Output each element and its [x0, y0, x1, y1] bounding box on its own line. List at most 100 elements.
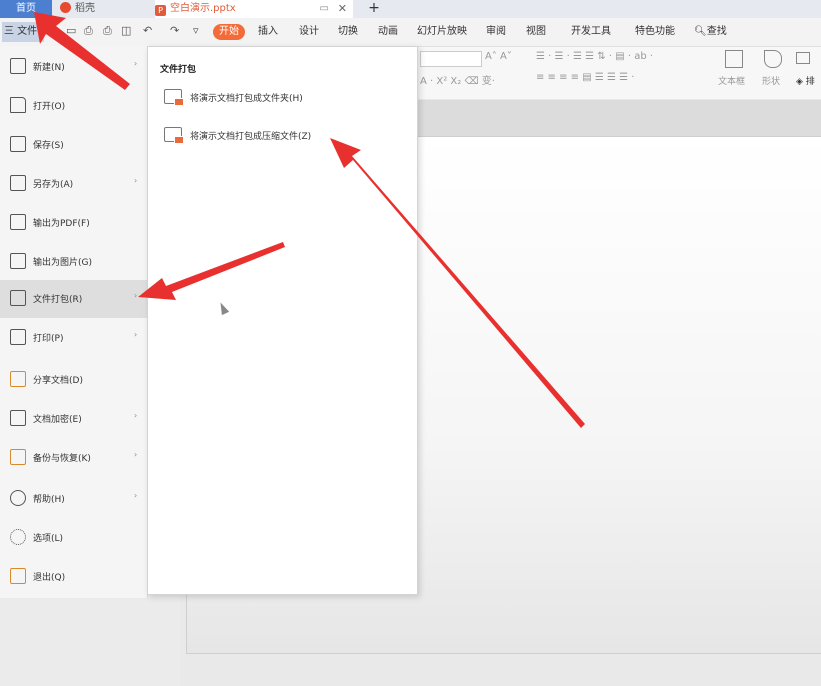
menu-item-export-pdf[interactable]: 输出为PDF(F): [0, 204, 147, 242]
undo-icon[interactable]: ↶: [143, 24, 152, 37]
presentation-file-icon: P: [155, 5, 166, 16]
preview-icon[interactable]: ◫: [121, 24, 131, 37]
file-menu-button[interactable]: 三 文件: [2, 22, 44, 42]
pdf-export-icon: [10, 214, 26, 230]
tab-slideshow[interactable]: 幻灯片放映: [417, 24, 467, 40]
pin-icon[interactable]: ▭: [320, 0, 329, 18]
package-to-zip-item[interactable]: 将演示文档打包成压缩文件(Z): [164, 125, 404, 147]
tab-animation[interactable]: 动画: [378, 24, 398, 40]
align-format-icons[interactable]: ≡ ≡ ≡ ≡ ▤ ☰ ☰ ☰ ·: [536, 72, 634, 83]
menu-item-exit[interactable]: 退出(Q): [0, 558, 147, 596]
arrange-button[interactable]: ◈ 排: [796, 74, 815, 87]
package-icon: [10, 290, 26, 306]
package-to-folder-item[interactable]: 将演示文档打包成文件夹(H): [164, 87, 404, 109]
image-icon[interactable]: [796, 52, 810, 64]
font-grow-icon[interactable]: A˄ A˅: [485, 51, 512, 62]
menu-item-label: 打开(O): [33, 102, 66, 112]
submenu-arrow-icon: ›: [134, 291, 138, 300]
menu-item-export-image[interactable]: 输出为图片(G): [0, 243, 147, 281]
layers-icon: ◈: [796, 77, 803, 87]
tab-developer[interactable]: 开发工具: [571, 24, 611, 40]
tab-start[interactable]: 开始: [213, 24, 245, 40]
package-zip-icon: [164, 127, 184, 144]
font-size-box[interactable]: [420, 51, 482, 67]
search-label: 查找: [706, 26, 727, 37]
print-quick-icon[interactable]: ⎙: [103, 24, 112, 38]
image-export-icon: [10, 253, 26, 269]
menu-item-label: 文档加密(E): [33, 415, 82, 425]
menu-item-package[interactable]: 文件打包(R) ›: [0, 280, 147, 318]
submenu-arrow-icon: ›: [134, 450, 138, 459]
help-icon: [10, 490, 26, 506]
submenu-arrow-icon: ›: [134, 411, 138, 420]
redo-icon[interactable]: ↷: [170, 24, 179, 37]
tab-features[interactable]: 特色功能: [635, 24, 675, 40]
submenu-item-label: 将演示文档打包成文件夹(H): [190, 94, 303, 104]
menu-item-save[interactable]: 保存(S): [0, 126, 147, 164]
save-quick-icon[interactable]: ▭: [66, 24, 76, 37]
tab-transition[interactable]: 切换: [338, 24, 358, 40]
submenu-arrow-icon: ›: [134, 491, 138, 500]
backup-icon: [10, 449, 26, 465]
print-preview-icon[interactable]: ⎙: [84, 24, 93, 38]
menu-item-options[interactable]: 选项(L): [0, 519, 147, 557]
menu-item-label: 输出为PDF(F): [33, 219, 90, 229]
font-format-icons[interactable]: A · X² X₂ ⌫ 变·: [420, 72, 495, 87]
menu-item-print[interactable]: 打印(P) ›: [0, 319, 147, 357]
package-folder-icon: [164, 89, 184, 106]
shape-label: 形状: [762, 77, 781, 87]
new-tab-button[interactable]: +: [366, 0, 382, 18]
menu-item-label: 帮助(H): [33, 495, 65, 505]
new-file-icon: [10, 58, 26, 74]
dropdown-chevron-icon[interactable]: ⌄: [48, 24, 57, 37]
tab-document[interactable]: P 空白演示.pptx ▭ ✕: [155, 0, 353, 18]
menu-item-encrypt[interactable]: 文档加密(E) ›: [0, 400, 147, 438]
gear-icon: [10, 529, 26, 545]
package-submenu: 文件打包 将演示文档打包成文件夹(H) 将演示文档打包成压缩文件(Z): [147, 46, 418, 595]
tab-view[interactable]: 视图: [526, 24, 546, 40]
tab-document-label: 空白演示.pptx: [170, 3, 236, 14]
menu-item-open[interactable]: 打开(O): [0, 87, 147, 125]
submenu-title: 文件打包: [160, 65, 197, 75]
menu-item-backup[interactable]: 备份与恢复(K) ›: [0, 439, 147, 477]
save-as-icon: [10, 175, 26, 191]
lock-document-icon: [10, 410, 26, 426]
tab-review[interactable]: 审阅: [486, 24, 506, 40]
shape-icon[interactable]: [764, 50, 782, 68]
save-icon: [10, 136, 26, 152]
tab-insert[interactable]: 插入: [258, 24, 278, 40]
exit-icon: [10, 568, 26, 584]
share-icon: [10, 371, 26, 387]
menu-item-label: 选项(L): [33, 534, 64, 544]
menu-item-new[interactable]: 新建(N) ›: [0, 48, 147, 86]
menu-item-label: 打印(P): [33, 334, 64, 344]
menu-item-save-as[interactable]: 另存为(A) ›: [0, 165, 147, 203]
list-format-icons[interactable]: ☰ · ☰ · ☰ ☰ ⇅ · ▤ · ab ·: [536, 51, 653, 62]
menu-item-label: 备份与恢复(K): [33, 454, 91, 464]
textbox-icon[interactable]: [725, 50, 743, 68]
menu-item-share[interactable]: 分享文档(D): [0, 361, 147, 399]
close-tab-icon[interactable]: ✕: [338, 0, 347, 18]
menu-item-label: 分享文档(D): [33, 376, 83, 386]
submenu-arrow-icon: ›: [134, 176, 138, 185]
search-icon: 🔍︎: [694, 26, 707, 37]
menu-item-label: 新建(N): [33, 63, 65, 73]
submenu-item-label: 将演示文档打包成压缩文件(Z): [190, 132, 312, 142]
file-menu: 新建(N) › 打开(O) 保存(S) 另存为(A) › 输出为PDF(F) 输…: [0, 46, 148, 598]
tab-design[interactable]: 设计: [299, 24, 319, 40]
menu-item-help[interactable]: 帮助(H) ›: [0, 480, 147, 518]
print-icon: [10, 329, 26, 345]
menu-item-label: 退出(Q): [33, 573, 66, 583]
menu-item-label: 另存为(A): [33, 180, 74, 190]
customize-icon[interactable]: ▿: [193, 24, 199, 37]
tab-docer[interactable]: 稻壳: [60, 0, 150, 18]
tab-home[interactable]: 首页: [0, 0, 52, 18]
submenu-arrow-icon: ›: [134, 330, 138, 339]
menu-item-label: 输出为图片(G): [33, 258, 92, 268]
folder-open-icon: [10, 97, 26, 113]
search-button[interactable]: 🔍︎查找: [694, 24, 727, 40]
submenu-arrow-icon: ›: [134, 59, 138, 68]
menu-item-label: 保存(S): [33, 141, 64, 151]
textbox-label: 文本框: [718, 77, 746, 87]
tab-docer-label: 稻壳: [75, 3, 95, 14]
